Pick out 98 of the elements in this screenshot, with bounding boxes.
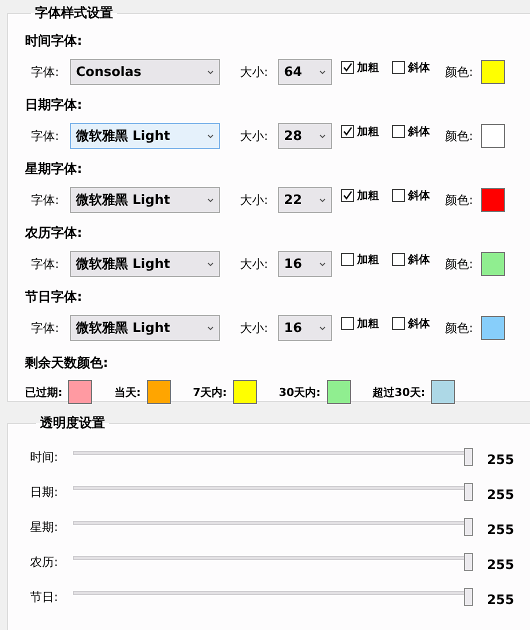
checkbox[interactable] [341,125,354,138]
checkbox-label: 加粗 [357,189,379,202]
color-swatch[interactable] [68,380,92,404]
field-label: 颜色: [445,256,474,272]
slider[interactable] [73,482,473,502]
checkbox[interactable] [392,317,405,330]
field-label: 字体: [30,192,60,208]
field-label: 字体: [30,256,60,272]
checkbox-label: 加粗 [357,317,379,330]
field-label: 大小: [240,256,270,272]
group-title: 字体样式设置 [34,4,114,22]
slider[interactable] [73,448,473,468]
swatch-label: 7天内: [192,384,228,400]
size-dropdown[interactable]: 22 [278,187,332,213]
field-label: 颜色: [445,128,474,144]
slider[interactable] [73,552,473,572]
slider-thumb[interactable] [464,518,473,536]
field-label: 大小: [240,192,270,208]
size-dropdown[interactable]: 16 [278,251,332,277]
section-heading: 节日字体: [25,288,84,307]
section-heading: 剩余天数颜色: [25,354,110,373]
field-label: 颜色: [445,320,474,336]
checkbox[interactable] [341,189,354,202]
slider-value: 255 [487,558,514,573]
checkbox-label: 加粗 [357,61,379,74]
color-swatch[interactable] [481,252,505,276]
checkbox[interactable] [392,125,405,138]
color-swatch[interactable] [481,316,505,340]
slider-thumb[interactable] [464,552,473,570]
size-dropdown[interactable]: 16 [278,315,332,341]
slider[interactable] [73,588,473,608]
checkbox-label: 加粗 [357,253,379,266]
section-heading: 时间字体: [25,32,84,51]
caret-icon [319,70,326,74]
swatch-label: 已过期: [25,384,64,400]
checkbox-label: 斜体 [408,253,430,266]
section-heading: 日期字体: [25,96,84,115]
section-heading: 星期字体: [25,160,84,179]
checkbox-label: 斜体 [408,317,430,330]
swatch-label: 当天: [114,384,142,400]
field-label: 颜色: [445,192,474,208]
size-dropdown[interactable]: 28 [278,123,332,149]
slider-label: 星期: [30,519,60,536]
color-swatch[interactable] [481,60,505,84]
caret-icon [319,326,326,330]
color-swatch[interactable] [431,380,456,404]
slider-thumb[interactable] [464,448,473,466]
font-dropdown[interactable]: 微软雅黑 Light [70,187,220,213]
field-label: 大小: [240,128,270,144]
checkbox[interactable] [341,61,354,74]
checkbox[interactable] [341,253,354,266]
slider-thumb[interactable] [464,482,473,500]
field-label: 大小: [240,64,270,80]
checkbox[interactable] [341,317,354,330]
font-dropdown[interactable]: Consolas [70,59,220,85]
caret-icon [207,134,214,138]
caret-icon [207,326,214,330]
section-heading: 农历字体: [25,224,84,243]
slider[interactable] [73,518,473,538]
field-label: 颜色: [445,64,474,80]
color-swatch[interactable] [232,380,257,404]
font-dropdown[interactable]: 微软雅黑 Light [70,123,220,149]
checkbox-label: 加粗 [357,125,379,138]
group-title: 透明度设置 [39,414,106,432]
field-label: 字体: [30,64,60,80]
slider-label: 日期: [30,484,60,501]
slider-value: 255 [487,523,514,538]
slider-label: 节日: [30,589,60,606]
caret-icon [207,262,214,266]
caret-icon [319,134,326,138]
slider-label: 时间: [30,449,60,466]
checkbox-label: 斜体 [408,61,430,74]
color-swatch[interactable] [146,380,171,404]
field-label: 字体: [30,320,60,336]
color-swatch[interactable] [326,380,351,404]
field-label: 字体: [30,128,60,144]
slider-value: 255 [487,488,514,503]
checkbox-label: 斜体 [408,125,430,138]
slider-thumb[interactable] [464,588,473,606]
font-dropdown[interactable]: 微软雅黑 Light [70,251,220,277]
slider-value: 255 [487,593,514,608]
slider-value: 255 [487,453,514,468]
caret-icon [207,70,214,74]
color-swatch[interactable] [481,124,505,148]
font-dropdown[interactable]: 微软雅黑 Light [70,315,220,341]
checkbox[interactable] [392,253,405,266]
slider-label: 农历: [30,554,60,571]
checkbox[interactable] [392,189,405,202]
caret-icon [319,262,326,266]
caret-icon [207,198,214,202]
checkbox-label: 斜体 [408,189,430,202]
caret-icon [319,198,326,202]
color-swatch[interactable] [481,188,505,212]
field-label: 大小: [240,320,270,336]
swatch-label: 超过30天: [372,384,426,400]
checkbox[interactable] [392,61,405,74]
size-dropdown[interactable]: 64 [278,59,332,85]
swatch-label: 30天内: [278,384,322,400]
